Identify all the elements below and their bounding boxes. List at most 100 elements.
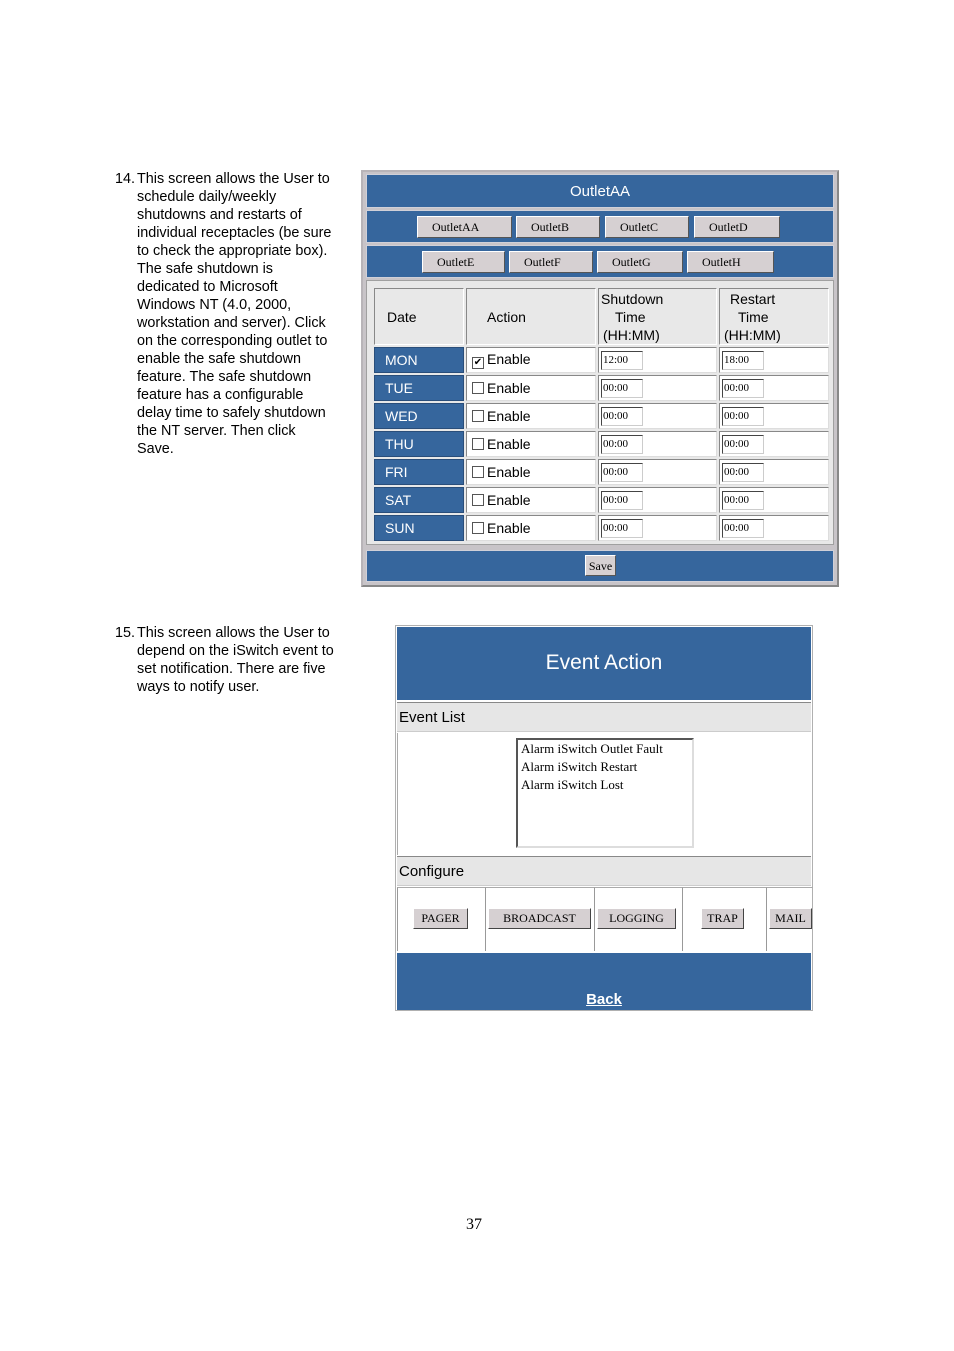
list-item[interactable]: Alarm iSwitch Outlet Fault — [521, 740, 689, 758]
restart-cell — [719, 515, 829, 541]
text-line: This screen allows the User to — [137, 625, 330, 641]
restart-time-input[interactable] — [722, 490, 764, 510]
header-date: Date — [374, 288, 464, 345]
action-cell: Enable — [466, 431, 596, 457]
schedule-table: Date Action Shutdown Time (HH:MM) Restar… — [372, 286, 831, 543]
shutdown-time-input[interactable] — [601, 378, 643, 398]
event-listbox[interactable]: Alarm iSwitch Outlet Fault Alarm iSwitch… — [516, 738, 694, 848]
step-text: This screen allows the User to schedule d… — [137, 170, 357, 458]
outlet-button-d[interactable]: OutletD — [694, 216, 780, 238]
shutdown-time-input[interactable] — [601, 462, 643, 482]
footer-bar: Back — [397, 953, 811, 1010]
save-button[interactable]: Save — [585, 555, 616, 576]
day-label: TUE — [374, 375, 464, 401]
shutdown-cell — [598, 431, 717, 457]
enable-checkbox[interactable] — [472, 410, 484, 422]
shutdown-time-input[interactable] — [601, 406, 643, 426]
day-label: SAT — [374, 487, 464, 513]
event-action-panel: Event Action Event List Alarm iSwitch Ou… — [395, 625, 813, 1011]
outlet-button-h[interactable]: OutletH — [687, 251, 774, 273]
enable-checkbox[interactable] — [472, 466, 484, 478]
restart-cell — [719, 487, 829, 513]
pager-button[interactable]: PAGER — [413, 908, 468, 929]
outlet-button-f[interactable]: OutletF — [509, 251, 593, 273]
mail-cell: MAIL — [766, 887, 813, 951]
list-item[interactable]: Alarm iSwitch Lost — [521, 776, 689, 794]
header-shutdown-line1: Shutdown — [601, 290, 664, 307]
shutdown-time-input[interactable] — [601, 518, 643, 538]
header-action: Action — [466, 288, 596, 345]
shutdown-cell — [598, 347, 717, 373]
restart-cell — [719, 347, 829, 373]
save-bar: Save — [366, 550, 834, 582]
configure-heading: Configure — [397, 856, 811, 886]
outlet-tabs-row-1: OutletAA OutletB OutletC OutletD — [366, 210, 834, 243]
text-line: depend on the iSwitch event to — [137, 643, 334, 659]
restart-time-input[interactable] — [722, 350, 764, 370]
enable-checkbox[interactable] — [472, 382, 484, 394]
action-cell: Enable — [466, 515, 596, 541]
outlet-button-g[interactable]: OutletG — [597, 251, 683, 273]
restart-cell — [719, 375, 829, 401]
shutdown-time-input[interactable] — [601, 490, 643, 510]
header-restart-time: Restart Time (HH:MM) — [719, 288, 829, 345]
enable-label: Enable — [487, 408, 531, 424]
panel-title: Event Action — [397, 627, 811, 700]
table-row: WED Enable — [374, 403, 829, 429]
panel-title: OutletAA — [366, 174, 834, 208]
text-line: on the corresponding outlet to — [137, 333, 328, 349]
restart-time-input[interactable] — [722, 518, 764, 538]
table-row: THU Enable — [374, 431, 829, 457]
outlet-button-aa[interactable]: OutletAA — [417, 216, 512, 238]
restart-time-input[interactable] — [722, 434, 764, 454]
header-shutdown-line3: (HH:MM) — [603, 326, 660, 343]
shutdown-cell — [598, 403, 717, 429]
mail-button[interactable]: MAIL — [769, 908, 812, 929]
enable-label: Enable — [487, 380, 531, 396]
back-link[interactable]: Back — [397, 991, 811, 1008]
day-label: SUN — [374, 515, 464, 541]
enable-checkbox[interactable] — [472, 438, 484, 450]
enable-label: Enable — [487, 464, 531, 480]
shutdown-cell — [598, 459, 717, 485]
broadcast-button[interactable]: BROADCAST — [488, 908, 591, 929]
text-line: shutdowns and restarts of — [137, 207, 302, 223]
pager-cell: PAGER — [397, 887, 485, 951]
shutdown-time-input[interactable] — [601, 350, 643, 370]
header-shutdown-time: Shutdown Time (HH:MM) — [598, 288, 717, 345]
event-list-heading: Event List — [397, 702, 811, 732]
enable-checkbox[interactable]: ✔ — [472, 357, 484, 369]
restart-time-input[interactable] — [722, 462, 764, 482]
text-line: feature has a configurable — [137, 387, 304, 403]
notify-buttons-row: PAGER BROADCAST LOGGING TRAP MAIL — [397, 887, 813, 951]
text-line: to check the appropriate box). — [137, 243, 328, 259]
enable-checkbox[interactable] — [472, 494, 484, 506]
logging-button[interactable]: LOGGING — [597, 908, 676, 929]
logging-cell: LOGGING — [594, 887, 682, 951]
enable-label: Enable — [487, 351, 531, 367]
text-line: Save. — [137, 441, 174, 457]
trap-button[interactable]: TRAP — [701, 908, 744, 929]
text-line: delay time to safely shutdown — [137, 405, 326, 421]
shutdown-cell — [598, 515, 717, 541]
trap-cell: TRAP — [682, 887, 766, 951]
outlet-button-e[interactable]: OutletE — [422, 251, 505, 273]
shutdown-time-input[interactable] — [601, 434, 643, 454]
shutdown-cell — [598, 375, 717, 401]
outlet-button-c[interactable]: OutletC — [605, 216, 689, 238]
text-line: schedule daily/weekly — [137, 189, 277, 205]
outlet-button-b[interactable]: OutletB — [516, 216, 600, 238]
text-line: dedicated to Microsoft — [137, 279, 278, 295]
table-header-row: Date Action Shutdown Time (HH:MM) Restar… — [374, 288, 829, 345]
broadcast-cell: BROADCAST — [485, 887, 594, 951]
table-row: MON ✔ Enable — [374, 347, 829, 373]
restart-time-input[interactable] — [722, 378, 764, 398]
restart-time-input[interactable] — [722, 406, 764, 426]
list-item[interactable]: Alarm iSwitch Restart — [521, 758, 689, 776]
schedule-table-wrapper: Date Action Shutdown Time (HH:MM) Restar… — [366, 280, 834, 545]
action-cell: Enable — [466, 487, 596, 513]
page-number: 37 — [466, 1216, 482, 1233]
enable-checkbox[interactable] — [472, 522, 484, 534]
text-line: Windows NT (4.0, 2000, — [137, 297, 292, 313]
text-line: the NT server. Then click — [137, 423, 296, 439]
